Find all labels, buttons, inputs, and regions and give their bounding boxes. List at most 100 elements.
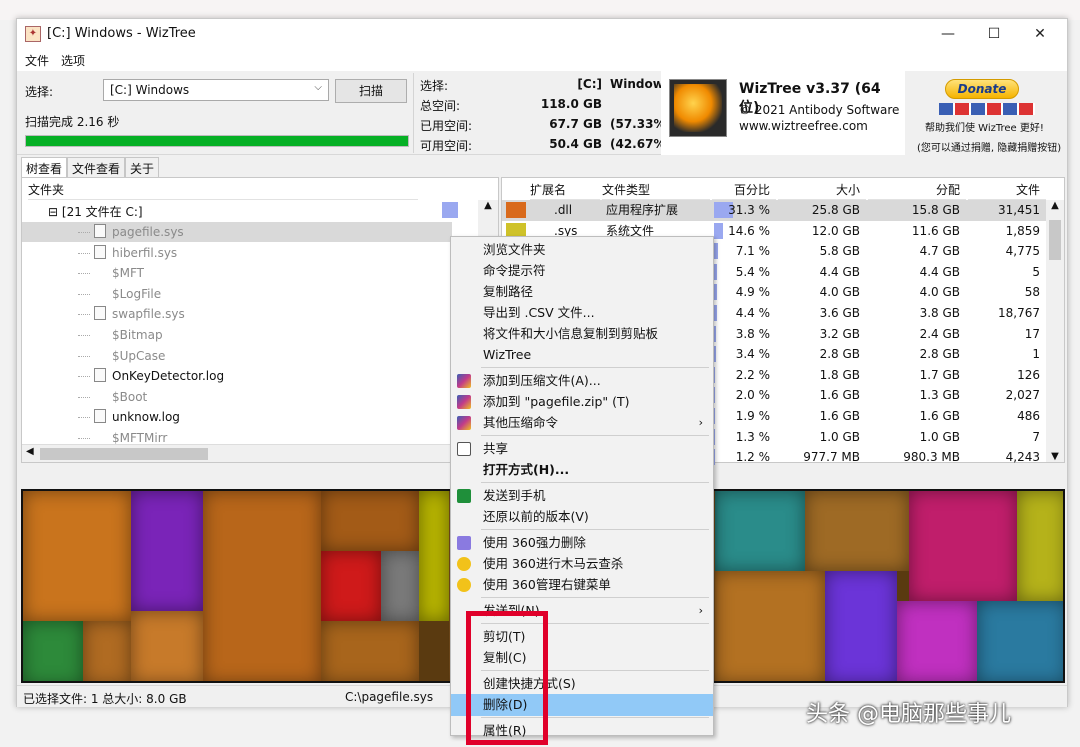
tree-item[interactable]: pagefile.sys — [22, 222, 452, 242]
scroll-up-icon[interactable]: ▲ — [1046, 200, 1064, 211]
tab-file-view[interactable]: 文件查看 — [67, 157, 126, 177]
treemap-block[interactable] — [131, 491, 203, 611]
treemap-block[interactable] — [1017, 491, 1063, 601]
tree-root-label: [21 文件在 C:] — [61, 205, 143, 219]
treemap-block[interactable] — [825, 571, 897, 681]
tree-item[interactable]: swapfile.sys — [22, 304, 452, 324]
context-menu-item[interactable]: 添加到压缩文件(A)... — [451, 370, 713, 392]
context-menu-item[interactable]: WizTree — [451, 344, 713, 366]
scroll-down-icon[interactable]: ▼ — [1046, 451, 1064, 462]
tree-header-folder[interactable]: 文件夹 — [28, 178, 418, 200]
folder-tree[interactable]: 文件夹 ⊟ [21 文件在 C:] pagefile.sys hiberfil.s… — [21, 177, 499, 463]
collapse-icon[interactable]: ⊟ — [48, 205, 58, 219]
treemap-block[interactable] — [805, 491, 909, 571]
treemap-block[interactable] — [203, 491, 321, 681]
treemap-block[interactable] — [381, 551, 421, 621]
tree-root[interactable]: ⊟ [21 文件在 C:] — [22, 202, 452, 222]
context-menu-item[interactable]: 打开方式(H)... — [451, 459, 713, 481]
tree-connector — [78, 417, 90, 419]
context-menu-label: 添加到 "pagefile.zip" (T) — [483, 394, 630, 409]
context-menu-item[interactable]: 发送到手机 — [451, 485, 713, 507]
tree-item[interactable]: $Boot — [22, 387, 452, 407]
context-menu-item[interactable]: 浏览文件夹 — [451, 239, 713, 261]
context-menu-item[interactable]: 还原以前的版本(V) — [451, 506, 713, 528]
scroll-left-icon[interactable]: ◀ — [26, 446, 34, 457]
donate-button[interactable]: Donate — [945, 79, 1019, 99]
treemap-block[interactable] — [419, 491, 449, 621]
cell-alloc: 4.0 GB — [919, 285, 960, 300]
percent-bar — [714, 387, 716, 404]
context-menu-item[interactable]: 共享 — [451, 438, 713, 460]
tab-tree-view[interactable]: 树查看 — [21, 157, 68, 177]
context-menu-label: 浏览文件夹 — [483, 242, 546, 257]
tree-item[interactable]: $MFT — [22, 263, 452, 283]
ext-vertical-scrollbar[interactable]: ▲ ▼ — [1046, 200, 1064, 462]
minimize-button[interactable]: — — [925, 19, 971, 49]
ext-header-5[interactable]: 文件 — [968, 178, 1046, 200]
scroll-thumb[interactable] — [40, 448, 208, 460]
tree-item[interactable]: hiberfil.sys — [22, 243, 452, 263]
scan-status: 扫描完成 2.16 秒 — [25, 115, 120, 129]
context-menu-item[interactable]: 使用 360强力删除 — [451, 532, 713, 554]
context-menu-item[interactable]: 添加到 "pagefile.zip" (T) — [451, 391, 713, 413]
treemap-block[interactable] — [909, 491, 1017, 601]
tree-item[interactable]: $UpCase — [22, 346, 452, 366]
table-row[interactable]: .dll 应用程序扩展 31.3 % 25.8 GB 15.8 GB 31,451 — [502, 200, 1046, 221]
treemap-block[interactable] — [83, 621, 131, 681]
cell-alloc: 15.8 GB — [911, 203, 960, 217]
cell-pct: 14.6 % — [728, 223, 770, 238]
context-menu-item[interactable]: 导出到 .CSV 文件... — [451, 302, 713, 324]
website-link[interactable]: www.wiztreefree.com — [739, 119, 868, 133]
context-menu-label: WizTree — [483, 347, 532, 362]
tree-item-label: $Boot — [112, 389, 148, 404]
tree-item[interactable]: $LogFile — [22, 284, 452, 304]
tab-about[interactable]: 关于 — [125, 157, 160, 177]
context-menu-item[interactable]: 复制路径 — [451, 281, 713, 303]
cell-pct: 3.4 % — [735, 347, 770, 362]
treemap-block[interactable] — [715, 571, 825, 681]
about-box[interactable]: WizTree v3.37 (64 位) © 2021 Antibody Sof… — [661, 71, 905, 155]
scan-button[interactable]: 扫描 — [335, 79, 407, 103]
close-button[interactable]: ✕ — [1017, 19, 1063, 49]
treemap-block[interactable] — [321, 621, 419, 681]
file-icon — [94, 368, 106, 383]
menu-separator — [481, 367, 709, 368]
menu-options[interactable]: 选项 — [61, 52, 85, 69]
context-menu-item[interactable]: 其他压缩命令 › — [451, 412, 713, 434]
tree-horizontal-scrollbar[interactable]: ◀ — [22, 444, 498, 462]
treemap-block[interactable] — [23, 491, 131, 621]
stat-value: 67.7 GB — [549, 117, 602, 131]
tree-item[interactable]: unknow.log — [22, 407, 452, 427]
scroll-thumb[interactable] — [1049, 220, 1061, 260]
context-menu-item[interactable]: 使用 360进行木马云查杀 — [451, 553, 713, 575]
ext-header-2[interactable]: 百分比 — [712, 178, 776, 200]
treemap-block[interactable] — [23, 621, 83, 681]
drive-stats: 选择: [C:] Window 总空间: 118.0 GB 已用空间: 67.7… — [413, 73, 665, 153]
ext-header-1[interactable]: 文件类型 — [602, 178, 710, 200]
tree-item-label: unknow.log — [112, 410, 180, 425]
cell-pct: 4.9 % — [735, 285, 770, 300]
context-menu-item[interactable]: 使用 360管理右键菜单 — [451, 574, 713, 596]
stat-extra: (57.33% — [610, 117, 666, 131]
cell-pct: 4.4 % — [735, 306, 770, 320]
cell-alloc: 3.8 GB — [919, 306, 960, 320]
treemap-block[interactable] — [977, 601, 1063, 681]
scroll-up-icon[interactable]: ▲ — [478, 200, 498, 211]
menu-separator — [481, 597, 709, 598]
context-menu-label: 复制路径 — [483, 284, 534, 299]
ext-header-0[interactable]: 扩展名 — [530, 178, 600, 200]
maximize-button[interactable]: ☐ — [971, 19, 1017, 49]
ext-header-4[interactable]: 分配 — [868, 178, 966, 200]
treemap-block[interactable] — [897, 601, 977, 681]
treemap-block[interactable] — [321, 491, 419, 551]
tree-item[interactable]: OnKeyDetector.log — [22, 366, 452, 386]
tree-item[interactable]: $Bitmap — [22, 325, 452, 345]
treemap-block[interactable] — [131, 611, 203, 681]
treemap-block[interactable] — [321, 551, 381, 621]
ext-header-3[interactable]: 大小 — [778, 178, 866, 200]
context-menu-item[interactable]: 命令提示符 — [451, 260, 713, 282]
menu-file[interactable]: 文件 — [25, 52, 49, 69]
drive-select[interactable]: [C:] Windows ⌵ — [103, 79, 329, 101]
context-menu-item[interactable]: 将文件和大小信息复制到剪贴板 — [451, 323, 713, 345]
treemap-block[interactable] — [715, 491, 805, 571]
